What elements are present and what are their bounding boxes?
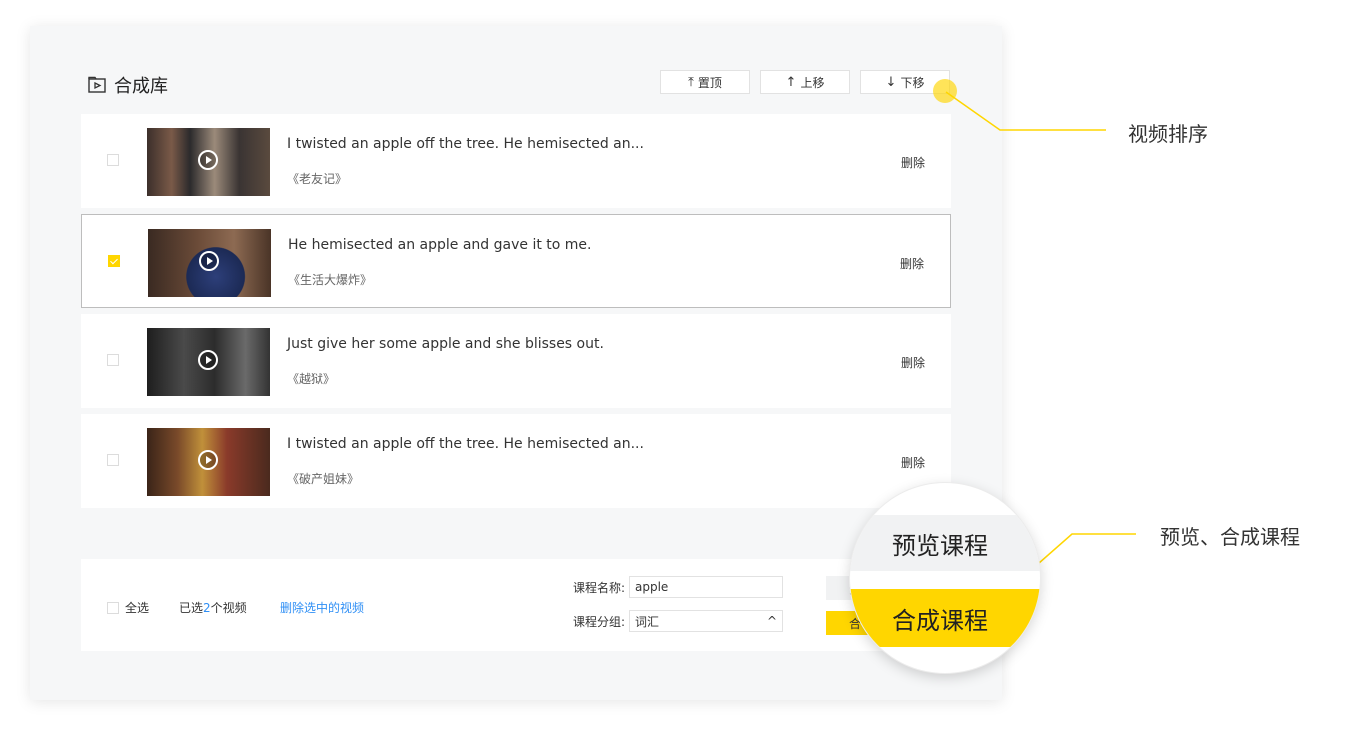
- selected-count: 已选2个视频: [179, 599, 247, 616]
- video-thumbnail[interactable]: [147, 428, 270, 496]
- select-all-checkbox[interactable]: [107, 601, 119, 614]
- footer-bar: 全选 已选2个视频 删除选中的视频 课程名称: apple 课程分组: 词汇 ^…: [81, 559, 951, 651]
- zoom-compose-button[interactable]: 合成课程: [850, 589, 1040, 647]
- annotation-preview-compose: 预览、合成课程: [1160, 525, 1300, 549]
- magnifier: 预览课程 合成课程: [850, 483, 1040, 673]
- move-up-label: 上移: [800, 75, 825, 90]
- sort-toolbar: ⤒ 置顶 ↑ 上移 ↓ 下移: [660, 70, 960, 94]
- annotation-sort: 视频排序: [1128, 122, 1208, 146]
- selected-number: 2: [203, 601, 211, 615]
- video-sentence: He hemisected an apple and gave it to me…: [288, 237, 592, 253]
- course-group-select[interactable]: 词汇 ^: [629, 610, 783, 632]
- video-row[interactable]: He hemisected an apple and gave it to me…: [81, 214, 951, 308]
- row-checkbox[interactable]: [107, 154, 119, 166]
- video-sentence: I twisted an apple off the tree. He hemi…: [287, 436, 644, 452]
- play-icon[interactable]: [198, 450, 218, 470]
- delete-selected-link[interactable]: 删除选中的视频: [280, 599, 364, 616]
- course-group-value: 词汇: [635, 614, 660, 629]
- video-source: 《生活大爆炸》: [288, 273, 373, 287]
- move-down-label: 下移: [900, 75, 925, 90]
- row-checkbox[interactable]: [107, 354, 119, 366]
- delete-button[interactable]: 删除: [901, 454, 925, 471]
- selected-prefix: 已选: [179, 601, 204, 615]
- video-thumbnail[interactable]: [147, 328, 270, 396]
- video-source: 《老友记》: [287, 172, 348, 186]
- course-name-field: 课程名称: apple: [561, 576, 783, 598]
- video-source: 《越狱》: [287, 372, 336, 386]
- course-name-value: apple: [635, 580, 669, 594]
- arrow-top-icon: ⤒: [688, 74, 694, 90]
- course-name-label: 课程名称:: [572, 580, 625, 595]
- delete-button[interactable]: 删除: [901, 354, 925, 371]
- video-row[interactable]: Just give her some apple and she blisses…: [81, 314, 951, 408]
- video-source: 《破产姐妹》: [287, 472, 360, 486]
- video-sentence: I twisted an apple off the tree. He hemi…: [287, 136, 644, 152]
- zoom-preview-button[interactable]: 预览课程: [850, 515, 1040, 571]
- arrow-down-icon: ↓: [885, 74, 897, 90]
- video-row[interactable]: I twisted an apple off the tree. He hemi…: [81, 114, 951, 208]
- select-all[interactable]: 全选: [107, 599, 149, 616]
- move-top-button[interactable]: ⤒ 置顶: [660, 70, 750, 94]
- selected-suffix: 个视频: [210, 601, 247, 615]
- course-name-input[interactable]: apple: [629, 576, 783, 598]
- panel-header: 合成库: [88, 72, 168, 98]
- select-all-label: 全选: [125, 601, 150, 615]
- chevron-up-icon: ^: [766, 614, 777, 628]
- play-icon[interactable]: [198, 350, 218, 370]
- move-up-button[interactable]: ↑ 上移: [760, 70, 850, 94]
- delete-button[interactable]: 删除: [900, 255, 924, 272]
- move-top-label: 置顶: [697, 75, 722, 90]
- row-checkbox[interactable]: [107, 454, 119, 466]
- play-icon[interactable]: [198, 150, 218, 170]
- arrow-up-icon: ↑: [785, 74, 797, 90]
- video-sentence: Just give her some apple and she blisses…: [287, 336, 604, 352]
- zoom-preview-label: 预览课程: [892, 531, 988, 560]
- row-checkbox[interactable]: [108, 255, 120, 267]
- page-title: 合成库: [114, 76, 168, 97]
- course-group-label: 课程分组:: [572, 614, 625, 629]
- video-folder-icon: [88, 76, 106, 93]
- zoom-compose-label: 合成课程: [892, 606, 988, 635]
- play-icon[interactable]: [199, 251, 219, 271]
- course-group-field: 课程分组: 词汇 ^: [561, 610, 783, 632]
- video-row[interactable]: I twisted an apple off the tree. He hemi…: [81, 414, 951, 508]
- video-thumbnail[interactable]: [148, 229, 271, 297]
- highlight-dot: [933, 79, 957, 103]
- delete-button[interactable]: 删除: [901, 154, 925, 171]
- video-thumbnail[interactable]: [147, 128, 270, 196]
